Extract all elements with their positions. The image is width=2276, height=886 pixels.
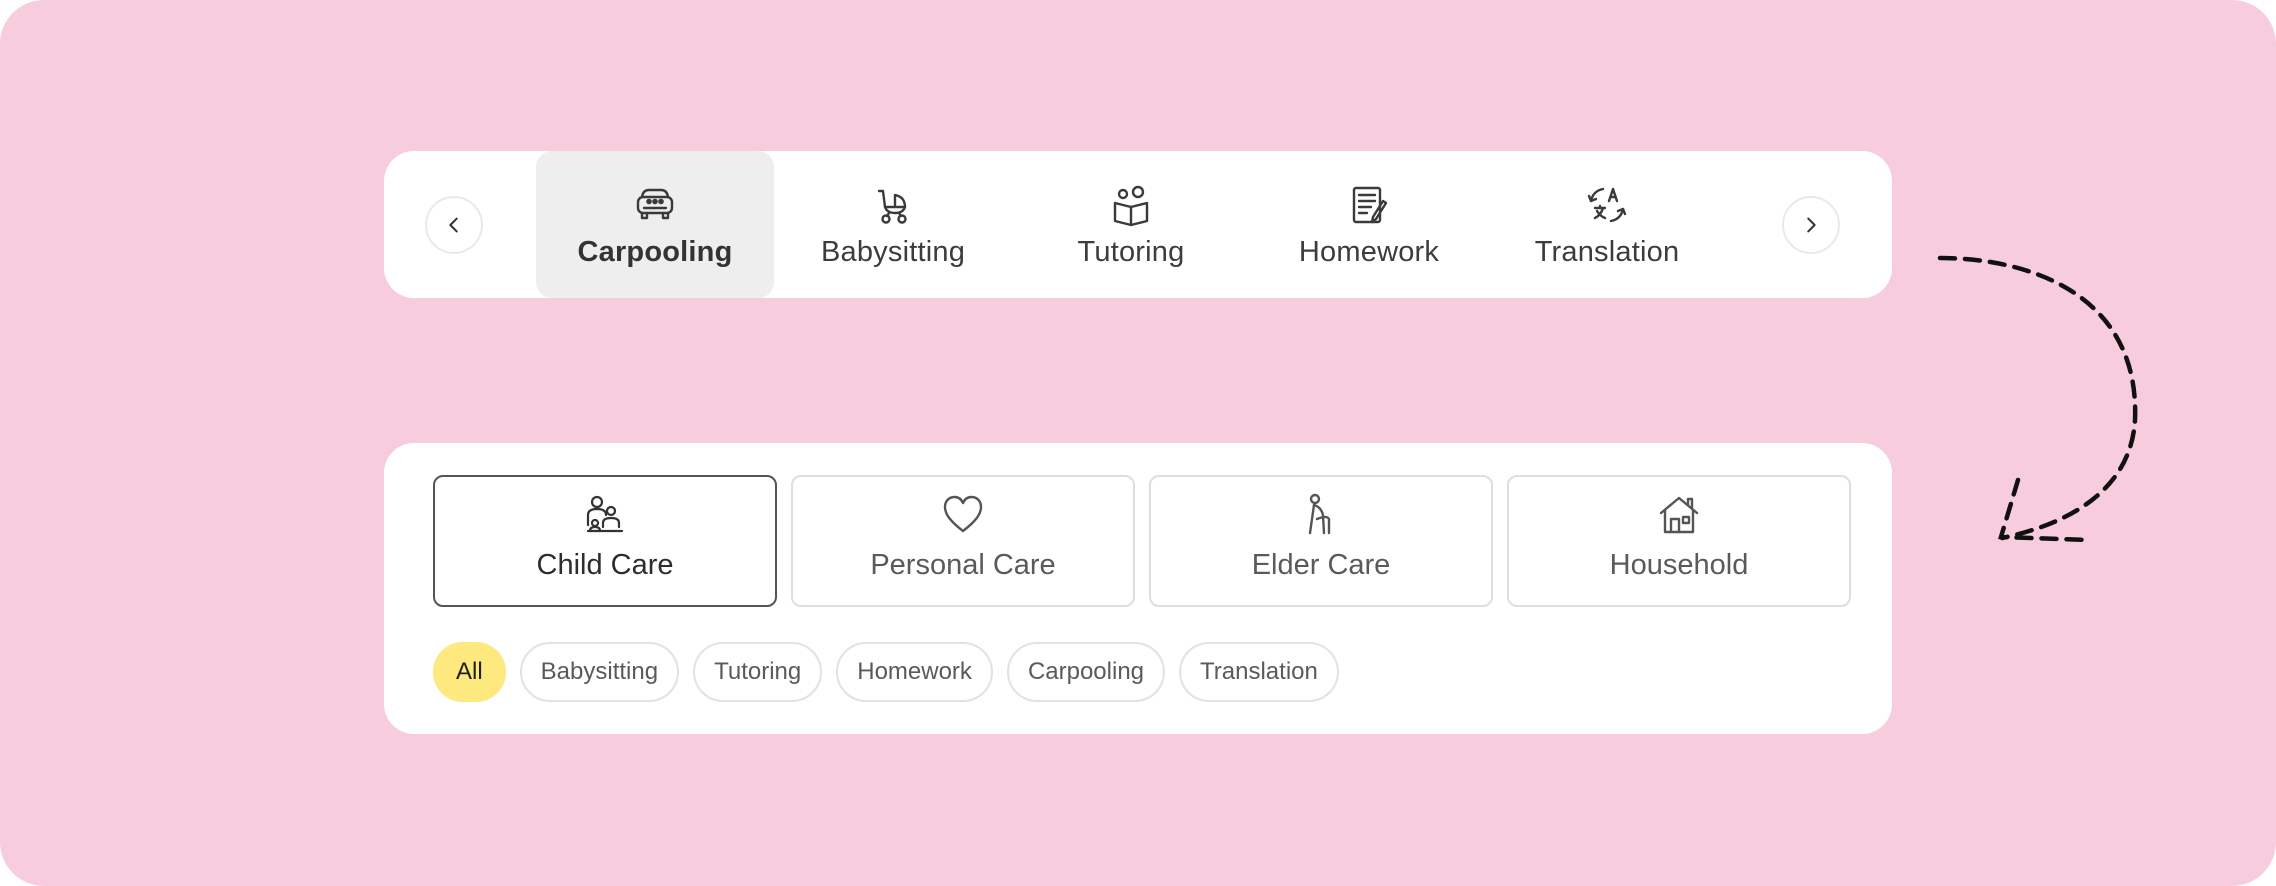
care-filter-panel: Child Care Personal Care Elder Care Hous… <box>384 443 1892 734</box>
curved-dashed-arrow-icon <box>1937 255 2138 543</box>
car-icon <box>636 188 674 220</box>
tab-homework[interactable]: Homework <box>1250 151 1488 298</box>
carousel-prev-button[interactable] <box>425 196 483 254</box>
chip-carpooling[interactable]: Carpooling <box>1006 642 1166 702</box>
elder-person-icon <box>1308 493 1331 535</box>
book-reader-icon <box>1113 185 1149 227</box>
category-label: Elder Care <box>1251 549 1391 581</box>
chip-homework[interactable]: Homework <box>836 642 993 702</box>
heart-icon <box>943 495 983 533</box>
chip-babysitting[interactable]: Babysitting <box>519 642 680 702</box>
house-icon <box>1659 496 1699 534</box>
tab-label: Translation <box>1534 236 1680 268</box>
category-elder-care[interactable]: Elder Care <box>1149 475 1493 607</box>
category-label: Personal Care <box>870 549 1056 581</box>
category-personal-care[interactable]: Personal Care <box>791 475 1135 607</box>
tab-label: Babysitting <box>820 236 966 268</box>
tab-label: Tutoring <box>1077 236 1185 268</box>
tab-carpooling[interactable]: Carpooling <box>536 151 774 298</box>
carousel-next-button[interactable] <box>1782 196 1840 254</box>
tab-label: Homework <box>1298 236 1440 268</box>
page-canvas: Carpooling Babysitting Tutoring Homework… <box>0 0 2276 886</box>
translate-icon <box>1587 187 1627 223</box>
tab-translation[interactable]: Translation <box>1488 151 1726 298</box>
chevron-right-icon <box>1807 217 1816 233</box>
subcategory-chip-row: All Babysitting Tutoring Homework Carpoo… <box>433 642 1339 702</box>
chip-tutoring[interactable]: Tutoring <box>693 642 823 702</box>
tab-tutoring[interactable]: Tutoring <box>1012 151 1250 298</box>
tab-babysitting[interactable]: Babysitting <box>774 151 1012 298</box>
category-label: Child Care <box>536 549 674 581</box>
chevron-left-icon <box>449 217 458 233</box>
chip-translation[interactable]: Translation <box>1179 642 1339 702</box>
category-label: Household <box>1609 549 1749 581</box>
notebook-pencil-icon <box>1352 186 1388 224</box>
family-icon <box>586 495 624 533</box>
stroller-icon <box>877 189 907 224</box>
category-carousel: Carpooling Babysitting Tutoring Homework… <box>384 151 1892 298</box>
tab-label: Carpooling <box>577 236 733 268</box>
chip-all[interactable]: All <box>433 642 506 702</box>
category-household[interactable]: Household <box>1507 475 1851 607</box>
category-child-care[interactable]: Child Care <box>433 475 777 607</box>
